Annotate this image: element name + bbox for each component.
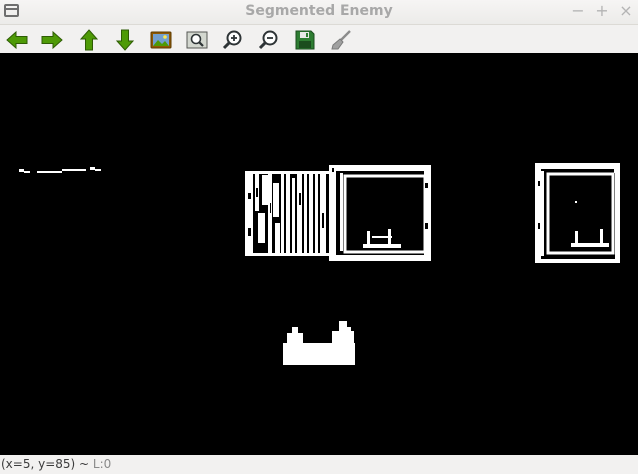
window-title: Segmented Enemy — [245, 3, 393, 19]
cursor-coordinates: (x=5, y=85) — [1, 457, 76, 471]
pan-left-button[interactable] — [4, 27, 30, 53]
zoom-out-button[interactable] — [256, 27, 282, 53]
level-indicator: L:0 — [92, 457, 112, 471]
brush-icon — [331, 30, 351, 50]
frame-blob-1 — [329, 165, 431, 261]
arrow-left-icon — [6, 30, 28, 50]
status-text: (x=5, y=85) ~ L:0 — [1, 457, 111, 471]
zoom-out-icon — [258, 30, 278, 50]
properties-button[interactable] — [328, 27, 354, 53]
title-bar: Segmented Enemy − + × — [0, 0, 638, 25]
image-canvas[interactable] — [0, 53, 638, 455]
pan-down-button[interactable] — [112, 27, 138, 53]
app-window: Segmented Enemy − + × (x=5, y=85) ~ L:0 — [0, 0, 638, 474]
close-button[interactable]: × — [617, 2, 635, 20]
load-image-button[interactable] — [148, 27, 174, 53]
zoom-in-button[interactable] — [220, 27, 246, 53]
arrow-right-icon — [41, 30, 63, 50]
status-separator: ~ — [75, 457, 93, 471]
pan-right-button[interactable] — [39, 27, 65, 53]
pan-up-button[interactable] — [76, 27, 102, 53]
maximize-button[interactable]: + — [593, 2, 611, 20]
toolbar — [0, 25, 638, 53]
arrow-up-icon — [79, 29, 99, 51]
save-button[interactable] — [292, 27, 318, 53]
arrow-down-icon — [115, 29, 135, 51]
status-bar: (x=5, y=85) ~ L:0 — [0, 455, 638, 474]
frame-blob-2 — [535, 163, 620, 263]
minimize-button[interactable]: − — [569, 2, 587, 20]
zoom-fit-button[interactable] — [184, 27, 210, 53]
save-icon — [295, 30, 315, 50]
zoom-fit-icon — [186, 31, 208, 49]
image-icon — [150, 31, 172, 49]
segmented-image — [0, 53, 638, 455]
zoom-in-icon — [222, 30, 242, 50]
